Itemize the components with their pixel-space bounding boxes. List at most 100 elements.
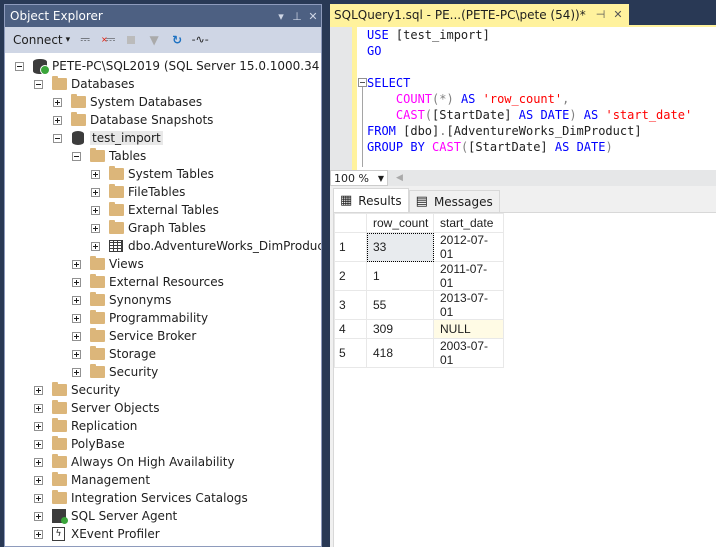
code-text[interactable]: USE [test_import] GO SELECT COUNT(*) AS 'r… <box>367 27 692 155</box>
tab-messages[interactable]: ▤ Messages <box>408 190 500 212</box>
column-header-row-count[interactable]: row_count <box>366 213 434 233</box>
expand-icon[interactable] <box>72 367 81 377</box>
column-header-start-date[interactable]: start_date <box>433 213 504 233</box>
expand-icon[interactable] <box>34 493 43 503</box>
row-number-header[interactable] <box>334 213 367 233</box>
refresh-icon[interactable]: ↻ <box>169 32 185 48</box>
row-count-cell[interactable]: 55 <box>366 290 434 320</box>
filter-icon[interactable]: ▼ <box>146 32 162 48</box>
expand-icon[interactable] <box>34 421 43 431</box>
expand-icon[interactable] <box>91 241 100 251</box>
expand-icon[interactable] <box>72 259 81 269</box>
expand-icon[interactable] <box>34 511 43 521</box>
collapse-icon[interactable] <box>53 133 62 143</box>
row-count-cell[interactable]: 309 <box>366 319 434 339</box>
connect-icon[interactable]: ⎓ <box>77 32 93 48</box>
row-count-cell[interactable]: 418 <box>366 338 434 368</box>
tree-node[interactable]: Database Snapshots <box>53 111 213 129</box>
expand-icon[interactable] <box>53 97 62 107</box>
tree-node[interactable]: Tables <box>72 147 146 165</box>
tree-node[interactable]: Storage <box>72 345 156 363</box>
expand-icon[interactable] <box>72 349 81 359</box>
tree-node-label: Server Objects <box>71 401 160 415</box>
messages-icon: ▤ <box>415 194 428 209</box>
tree-node[interactable]: Synonyms <box>72 291 171 309</box>
tree-node[interactable]: Databases <box>34 75 135 93</box>
tree-node[interactable]: System Tables <box>91 165 214 183</box>
expand-icon[interactable] <box>34 385 43 395</box>
tree-node[interactable]: Security <box>34 381 120 399</box>
folder-icon <box>109 202 124 216</box>
close-icon[interactable]: ✕ <box>305 10 321 23</box>
expand-icon[interactable] <box>91 223 100 233</box>
expand-icon[interactable] <box>34 457 43 467</box>
tree-node[interactable]: Replication <box>34 417 137 435</box>
tree-node[interactable]: Server Objects <box>34 399 160 417</box>
close-tab-icon[interactable]: ✕ <box>613 8 622 21</box>
expand-icon[interactable] <box>34 529 43 539</box>
expand-icon[interactable] <box>34 403 43 413</box>
expand-icon[interactable] <box>91 187 100 197</box>
expand-icon[interactable] <box>72 295 81 305</box>
row-number-cell[interactable]: 5 <box>334 338 367 368</box>
tree-node[interactable]: PETE-PC\SQL2019 (SQL Server 15.0.1000.34… <box>15 57 321 75</box>
tree-node[interactable]: Security <box>72 363 158 381</box>
expand-icon[interactable] <box>72 313 81 323</box>
expand-icon[interactable] <box>91 205 100 215</box>
tab-results[interactable]: ▦ Results <box>333 188 409 212</box>
start-date-cell[interactable]: NULL <box>433 319 504 339</box>
connect-button[interactable]: Connect ▾ <box>13 33 70 47</box>
scroll-left-icon[interactable]: ◀ <box>396 173 403 183</box>
zoom-level-select[interactable]: 100 % ▼ <box>330 170 388 186</box>
code-token: AS <box>547 140 577 154</box>
code-token: SELECT <box>367 76 411 90</box>
start-date-cell[interactable]: 2011-07-01 <box>433 261 504 291</box>
tree-node[interactable]: Views <box>72 255 144 273</box>
expand-icon[interactable] <box>91 169 100 179</box>
panel-splitter[interactable] <box>322 0 330 547</box>
tree-node[interactable]: Integration Services Catalogs <box>34 489 248 507</box>
row-number-cell[interactable]: 2 <box>334 261 367 291</box>
row-count-cell[interactable]: 33 <box>366 232 434 262</box>
tree-node-label: SQL Server Agent <box>71 509 178 523</box>
expand-icon[interactable] <box>72 277 81 287</box>
tree-node[interactable]: test_import <box>53 129 163 147</box>
tree-node[interactable]: ϟ XEvent Profiler <box>34 525 160 543</box>
tab-sqlquery1[interactable]: SQLQuery1.sql - PE...(PETE-PC\pete (54))… <box>330 4 629 25</box>
expand-icon[interactable] <box>34 439 43 449</box>
stop-icon[interactable] <box>123 32 139 48</box>
start-date-cell[interactable]: 2013-07-01 <box>433 290 504 320</box>
collapse-icon[interactable] <box>34 79 43 89</box>
expand-icon[interactable] <box>72 331 81 341</box>
activity-monitor-icon[interactable]: -∿- <box>192 32 209 48</box>
tree-node[interactable]: Graph Tables <box>91 219 206 237</box>
tree-node[interactable]: Programmability <box>72 309 208 327</box>
collapse-icon[interactable] <box>72 151 81 161</box>
row-number-cell[interactable]: 1 <box>334 232 367 262</box>
expand-icon[interactable] <box>34 475 43 485</box>
expand-icon[interactable] <box>53 115 62 125</box>
tree-node[interactable]: Always On High Availability <box>34 453 235 471</box>
tree-node[interactable]: External Tables <box>91 201 219 219</box>
row-number-cell[interactable]: 4 <box>334 319 367 339</box>
pin-icon[interactable]: ⊥ <box>289 10 305 23</box>
tree-node[interactable]: Service Broker <box>72 327 196 345</box>
tree-node[interactable]: FileTables <box>91 183 185 201</box>
tree-node[interactable]: External Resources <box>72 273 224 291</box>
disconnect-icon[interactable]: × ⎓ <box>100 32 116 48</box>
tree-node[interactable]: SQL Server Agent <box>34 507 177 525</box>
window-position-dropdown-icon[interactable]: ▾ <box>273 10 289 23</box>
start-date-cell[interactable]: 2012-07-01 <box>433 232 504 262</box>
tree-node[interactable]: dbo.AdventureWorks_DimProduct <box>91 237 321 255</box>
tree-node[interactable]: PolyBase <box>34 435 125 453</box>
tree-node[interactable]: System Databases <box>53 93 202 111</box>
row-count-cell[interactable]: 1 <box>366 261 434 291</box>
collapse-icon[interactable] <box>15 61 24 71</box>
tab-messages-label: Messages <box>433 194 493 209</box>
start-date-cell[interactable]: 2003-07-01 <box>433 338 504 368</box>
collapse-region-icon[interactable] <box>358 78 367 87</box>
row-number-cell[interactable]: 3 <box>334 290 367 320</box>
pin-tab-icon[interactable]: ⊣ <box>596 8 606 21</box>
tree-node[interactable]: Management <box>34 471 150 489</box>
sql-editor[interactable]: USE [test_import] GO SELECT COUNT(*) AS 'r… <box>330 27 716 170</box>
